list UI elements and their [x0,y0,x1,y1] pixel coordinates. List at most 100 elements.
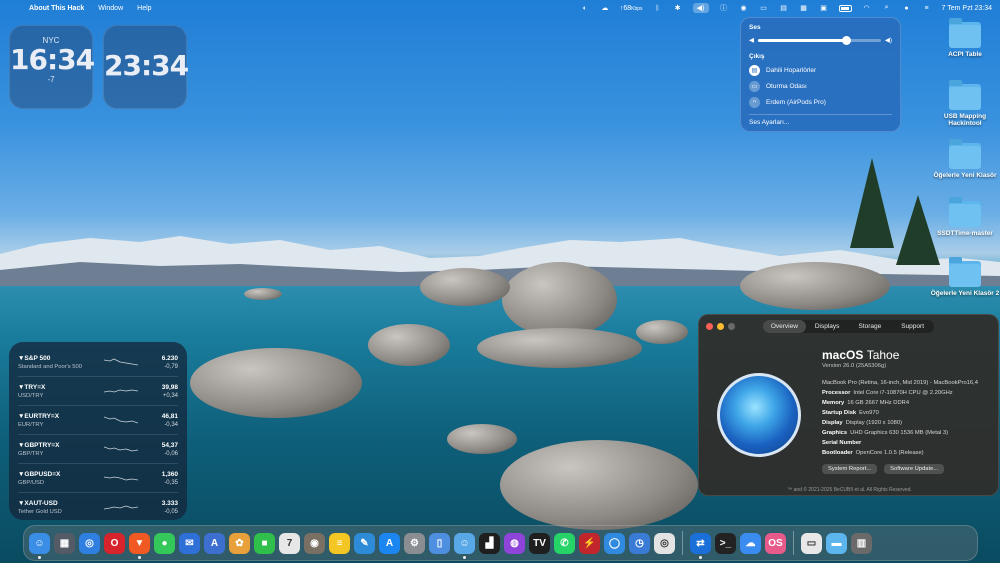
stock-sparkline [104,505,138,509]
stock-price: 54,37 [161,441,178,449]
spec-row: MacBook Pro (Retina, 16-inch, Mid 2019) … [822,378,978,388]
dock-app-facetime[interactable]: ■ [254,532,275,554]
output-device[interactable]: ᴖ Erdem (AirPods Pro) [749,97,892,108]
dock-app-tool-b[interactable]: ☁ [740,532,761,554]
stock-sparkline [104,446,138,452]
menu-window[interactable]: Window [98,5,123,12]
close-button[interactable] [706,323,713,330]
dock-app-utility[interactable]: ⚡ [579,532,600,554]
freeform-icon: ✎ [360,537,369,549]
search-icon[interactable]: ⌕ [882,4,892,12]
dock-app-calendar[interactable]: 7 [279,532,300,554]
dock-app-folder[interactable]: ▬ [826,532,847,554]
output-device[interactable]: ▤ Dahili Hoparlörler [749,65,892,76]
stock-row[interactable]: ▼GBPTRY=X GBP/TRY 54,37 -0,06 [18,435,178,464]
dock-app-notes[interactable]: ≡ [329,532,350,554]
bluetooth-icon[interactable]: ᛒ [653,4,663,12]
menu-help[interactable]: Help [137,5,151,12]
dock-app-tradingview[interactable]: TV [529,532,550,554]
flag-icon[interactable]: ● [902,4,912,12]
volume-knob[interactable] [842,35,852,45]
desktop-folder[interactable]: SSDTTime-master [930,197,1000,237]
clock-offset: -7 [47,75,55,84]
stock-row[interactable]: ▼TRY=X USD/TRY 39,98 +0,34 [18,377,178,406]
menu-app-name[interactable]: About This Hack [29,5,84,12]
desktop-folder[interactable]: USB Mapping Hackintool [930,80,1000,127]
dock-app-document[interactable]: ▭ [801,532,822,554]
dock-app-altstore[interactable]: A [204,532,225,554]
clock-city [104,36,186,45]
tab-storage[interactable]: Storage [849,320,892,333]
dock-app-terminal[interactable]: >_ [715,532,736,554]
dock-app-finder-2[interactable]: ☺ [454,532,475,559]
disk-utility-icon: ◎ [660,537,669,549]
zoom-button[interactable] [728,323,735,330]
tab-displays[interactable]: Displays [806,320,849,333]
volume-track[interactable] [758,35,881,45]
dock-app-podcasts[interactable]: ◍ [504,532,525,554]
clock-widget-local[interactable]: 23:34 [103,25,189,109]
stock-row[interactable]: ▼XAUT-USD Tether Gold USD 3.333 -0,05 [18,493,178,522]
tab-overview[interactable]: Overview [763,320,806,333]
dock-app-clock-app[interactable]: ◷ [629,532,650,554]
tab-support[interactable]: Support [891,320,934,333]
boulder [500,440,698,530]
stock-row[interactable]: ▼EURTRY=X EUR/TRY 46,81 -0,34 [18,406,178,435]
dock-app-activity-monitor[interactable]: ▟ [479,532,500,554]
battery-icon[interactable] [838,4,852,12]
dock-app-contacts[interactable]: ◉ [304,532,325,554]
dock-app-photos[interactable]: ✿ [229,532,250,554]
display-icon[interactable]: ▭ [759,4,769,12]
dock-app-safari[interactable]: ◎ [79,532,100,554]
dock-app-freeform[interactable]: ✎ [354,532,375,554]
clock-widget-nyc[interactable]: NYC 16:34 -7 [9,25,95,109]
dock-app-trash[interactable]: ▥ [851,532,872,554]
dock-app-opencore[interactable]: OS [765,532,786,554]
control-center-icon[interactable]: ≡ [922,4,932,12]
menu-app-icon[interactable]: ▤ [779,4,789,12]
desktop-folder[interactable]: Öğelerle Yeni Klasör 2 [930,257,1000,297]
dock-app-system-settings[interactable]: ⚙ [404,532,425,554]
stocks-widget[interactable]: ▼S&P 500 Standard and Poor's 500 6.230 -0,… [9,342,187,520]
info-icon[interactable]: ⓘ [719,4,729,12]
dock-app-messages[interactable]: ● [154,532,175,554]
volume-slider[interactable]: ◀ ◀) [749,35,892,45]
dock-app-disk-utility[interactable]: ◎ [654,532,675,554]
network-speed[interactable]: ↑68Kbps [620,5,643,12]
dock-app-finder[interactable]: ☺ [29,532,50,559]
dock-app-opera[interactable]: O [104,532,125,554]
volume-icon[interactable]: ◀) [692,3,709,13]
menubar-clock[interactable]: 7 Tem Pzt 23:34 [942,5,992,12]
dock-app-whatsapp[interactable]: ✆ [554,532,575,554]
output-device[interactable]: ▭ Oturma Odası [749,81,892,92]
stock-row[interactable]: ▼GBPUSD=X GBP/USD 1,360 -0,35 [18,464,178,493]
desktop-folder[interactable]: Öğelerle Yeni Klasör [930,139,1000,179]
software-update-button[interactable]: Software Update... [884,464,945,474]
stock-row[interactable]: ▼S&P 500 Standard and Poor's 500 6.230 -0,… [18,348,178,377]
minimize-button[interactable] [717,323,724,330]
finder-status-icon[interactable]: ◐ [580,4,590,12]
spec-row: Graphics UHD Graphics 630 1536 MB (Metal … [822,428,978,438]
dock-app-app-store[interactable]: A [379,532,400,554]
bluetooth-icon-2[interactable]: ✱ [673,4,683,12]
record-icon[interactable]: ◉ [739,4,749,12]
system-report-button[interactable]: System Report... [822,464,878,474]
sound-settings-link[interactable]: Ses Ayarları... [749,119,892,126]
dock-app-preview[interactable]: ▯ [429,532,450,554]
stock-name: GBP/USD [18,479,45,486]
desktop-folder[interactable]: ACPI Table [930,18,1000,58]
dock-app-tool-a[interactable]: ⇄ [690,532,711,559]
grid-icon[interactable]: ▦ [799,4,809,12]
wifi-icon[interactable]: ◠ [862,4,872,12]
dock-app-mail[interactable]: ✉ [179,532,200,554]
podcasts-icon: ◍ [510,537,519,549]
stock-price: 3.333 [161,500,178,507]
messages-icon: ● [161,537,168,549]
airplay-icon[interactable]: ▣ [819,4,829,12]
device-label: Dahili Hoparlörler [766,67,817,74]
dock-app-brave[interactable]: ▼ [129,532,150,559]
cloud-status-icon[interactable]: ☁ [600,4,610,12]
stock-sparkline [104,389,138,393]
dock-app-launchpad[interactable]: ▦ [54,532,75,554]
dock-app-xcode[interactable]: ◯ [604,532,625,554]
